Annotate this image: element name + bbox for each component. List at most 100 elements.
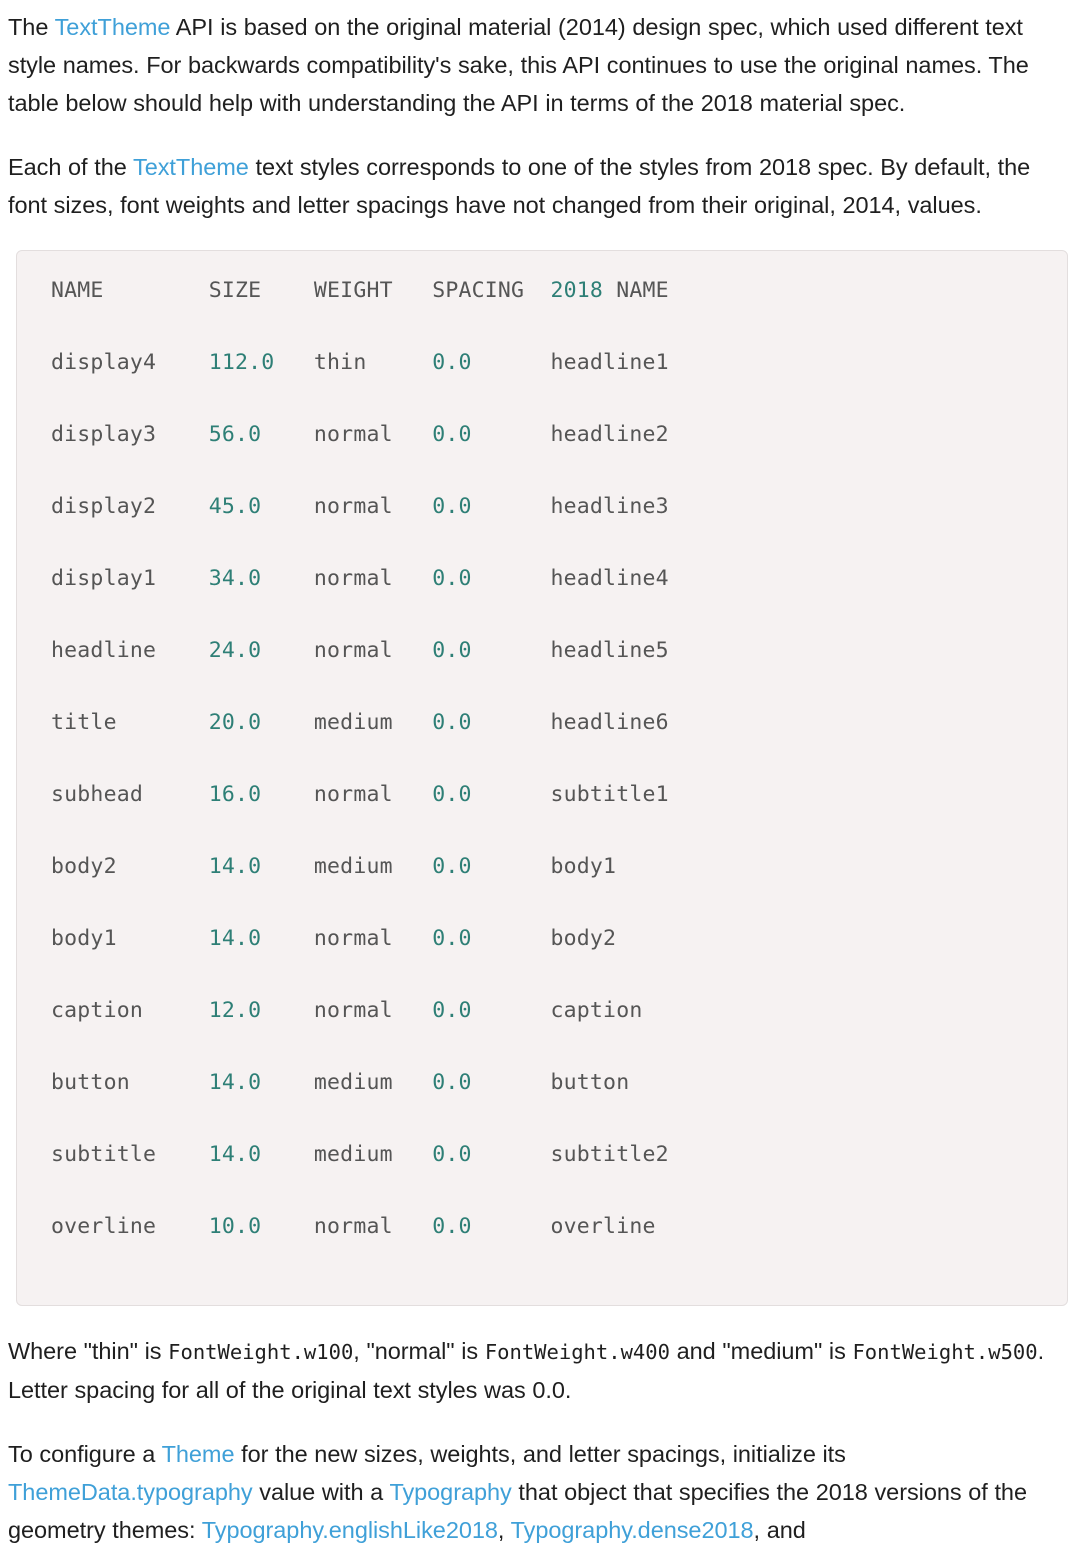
paragraph-text: To configure a <box>8 1441 162 1467</box>
paragraph-text: and "medium" is <box>669 1338 853 1364</box>
table-row: title 20.0 medium 0.0 headline6 <box>51 705 1033 741</box>
cell-spacing: 0.0 <box>432 710 551 735</box>
cell-name: button <box>51 1070 209 1095</box>
cell-name: body1 <box>51 926 209 951</box>
inline-code-fontweight-w400: FontWeight.w400 <box>484 1340 670 1364</box>
cell-weight: normal <box>313 422 433 447</box>
cell-name: title <box>51 710 209 735</box>
cell-name-2018: caption <box>550 998 643 1023</box>
cell-size: 112.0 <box>208 350 314 375</box>
cell-name: overline <box>51 1214 209 1239</box>
cell-spacing: 0.0 <box>432 782 551 807</box>
paragraph-text: for the new sizes, weights, and letter s… <box>234 1441 846 1467</box>
cell-weight: medium <box>313 1070 433 1095</box>
column-header-year: 2018 <box>550 278 604 303</box>
link-texttheme[interactable]: TextTheme <box>133 154 249 180</box>
table-row: display1 34.0 normal 0.0 headline4 <box>51 561 1033 597</box>
cell-name-2018: overline <box>550 1214 656 1239</box>
cell-weight: normal <box>313 494 433 519</box>
cell-size: 14.0 <box>208 854 314 879</box>
link-typography-englishlike2018[interactable]: Typography.englishLike2018 <box>202 1517 498 1543</box>
cell-weight: normal <box>313 926 433 951</box>
cell-name-2018: headline1 <box>550 350 669 375</box>
cell-size: 14.0 <box>208 1142 314 1167</box>
cell-size: 16.0 <box>208 782 314 807</box>
paragraph-text: Each of the <box>8 154 133 180</box>
table-row: caption 12.0 normal 0.0 caption <box>51 993 1033 1029</box>
table-row: display4 112.0 thin 0.0 headline1 <box>51 345 1033 381</box>
cell-weight: thin <box>313 350 433 375</box>
inline-code-fontweight-w500: FontWeight.w500 <box>852 1340 1038 1364</box>
table-row: body2 14.0 medium 0.0 body1 <box>51 849 1033 885</box>
cell-name-2018: body2 <box>550 926 617 951</box>
cell-size: 45.0 <box>208 494 314 519</box>
link-texttheme[interactable]: TextTheme <box>55 14 171 40</box>
cell-name: display2 <box>51 494 209 519</box>
paragraph-text: , <box>497 1517 511 1543</box>
cell-name-2018: headline3 <box>550 494 669 519</box>
paragraph-configure-theme: To configure a Theme for the new sizes, … <box>8 1409 1072 1549</box>
table-row: subtitle 14.0 medium 0.0 subtitle2 <box>51 1137 1033 1173</box>
cell-name: subtitle <box>51 1142 209 1167</box>
cell-weight: medium <box>313 854 433 879</box>
cell-name: caption <box>51 998 209 1023</box>
paragraph-text: value with a <box>252 1479 390 1505</box>
documentation-page: The TextTheme API is based on the origin… <box>0 0 1080 1549</box>
cell-weight: normal <box>313 782 433 807</box>
paragraph-texttheme-intro: The TextTheme API is based on the origin… <box>8 0 1072 122</box>
cell-spacing: 0.0 <box>432 422 551 447</box>
cell-weight: medium <box>313 710 433 735</box>
table-row: display3 56.0 normal 0.0 headline2 <box>51 417 1033 453</box>
table-row: headline 24.0 normal 0.0 headline5 <box>51 633 1033 669</box>
cell-spacing: 0.0 <box>432 566 551 591</box>
code-block-text-style-table: NAME SIZE WEIGHT SPACING 2018 NAME displ… <box>16 250 1068 1306</box>
cell-weight: normal <box>313 638 433 663</box>
link-typography[interactable]: Typography <box>389 1479 511 1505</box>
table-body: display4 112.0 thin 0.0 headline1 displa… <box>51 345 1033 1245</box>
cell-name-2018: headline4 <box>550 566 669 591</box>
cell-name-2018: body1 <box>550 854 617 879</box>
table-row: display2 45.0 normal 0.0 headline3 <box>51 489 1033 525</box>
paragraph-text: The <box>8 14 55 40</box>
link-theme[interactable]: Theme <box>162 1441 235 1467</box>
link-typography-dense2018[interactable]: Typography.dense2018 <box>511 1517 754 1543</box>
cell-name-2018: headline6 <box>550 710 669 735</box>
cell-size: 14.0 <box>208 926 314 951</box>
inline-code-fontweight-w100: FontWeight.w100 <box>168 1340 354 1364</box>
cell-size: 12.0 <box>208 998 314 1023</box>
cell-size: 56.0 <box>208 422 314 447</box>
cell-spacing: 0.0 <box>432 638 551 663</box>
cell-size: 24.0 <box>208 638 314 663</box>
column-header-name: NAME <box>51 278 209 303</box>
cell-weight: normal <box>313 566 433 591</box>
code-table: NAME SIZE WEIGHT SPACING 2018 NAME displ… <box>17 273 1067 1281</box>
column-header-weight: WEIGHT <box>313 278 433 303</box>
cell-weight: normal <box>313 998 433 1023</box>
cell-name-2018: subtitle2 <box>550 1142 669 1167</box>
table-row: button 14.0 medium 0.0 button <box>51 1065 1033 1101</box>
cell-name-2018: subtitle1 <box>550 782 669 807</box>
cell-name: headline <box>51 638 209 663</box>
cell-weight: medium <box>313 1142 433 1167</box>
table-row: subhead 16.0 normal 0.0 subtitle1 <box>51 777 1033 813</box>
cell-spacing: 0.0 <box>432 926 551 951</box>
cell-name-2018: headline5 <box>550 638 669 663</box>
cell-size: 10.0 <box>208 1214 314 1239</box>
cell-size: 14.0 <box>208 1070 314 1095</box>
cell-name: subhead <box>51 782 209 807</box>
table-header-row: NAME SIZE WEIGHT SPACING 2018 NAME <box>51 273 1033 309</box>
cell-spacing: 0.0 <box>432 998 551 1023</box>
cell-spacing: 0.0 <box>432 494 551 519</box>
cell-name: body2 <box>51 854 209 879</box>
cell-spacing: 0.0 <box>432 350 551 375</box>
paragraph-fontweight-note: Where "thin" is FontWeight.w100, "normal… <box>8 1306 1072 1409</box>
cell-name-2018: button <box>550 1070 630 1095</box>
table-row: overline 10.0 normal 0.0 overline <box>51 1209 1033 1245</box>
cell-weight: normal <box>313 1214 433 1239</box>
cell-size: 34.0 <box>208 566 314 591</box>
paragraph-text: Where "thin" is <box>8 1338 169 1364</box>
cell-name: display4 <box>51 350 209 375</box>
link-themedata-typography[interactable]: ThemeData.typography <box>8 1479 253 1505</box>
cell-name: display3 <box>51 422 209 447</box>
paragraph-texttheme-mapping: Each of the TextTheme text styles corres… <box>8 122 1072 224</box>
